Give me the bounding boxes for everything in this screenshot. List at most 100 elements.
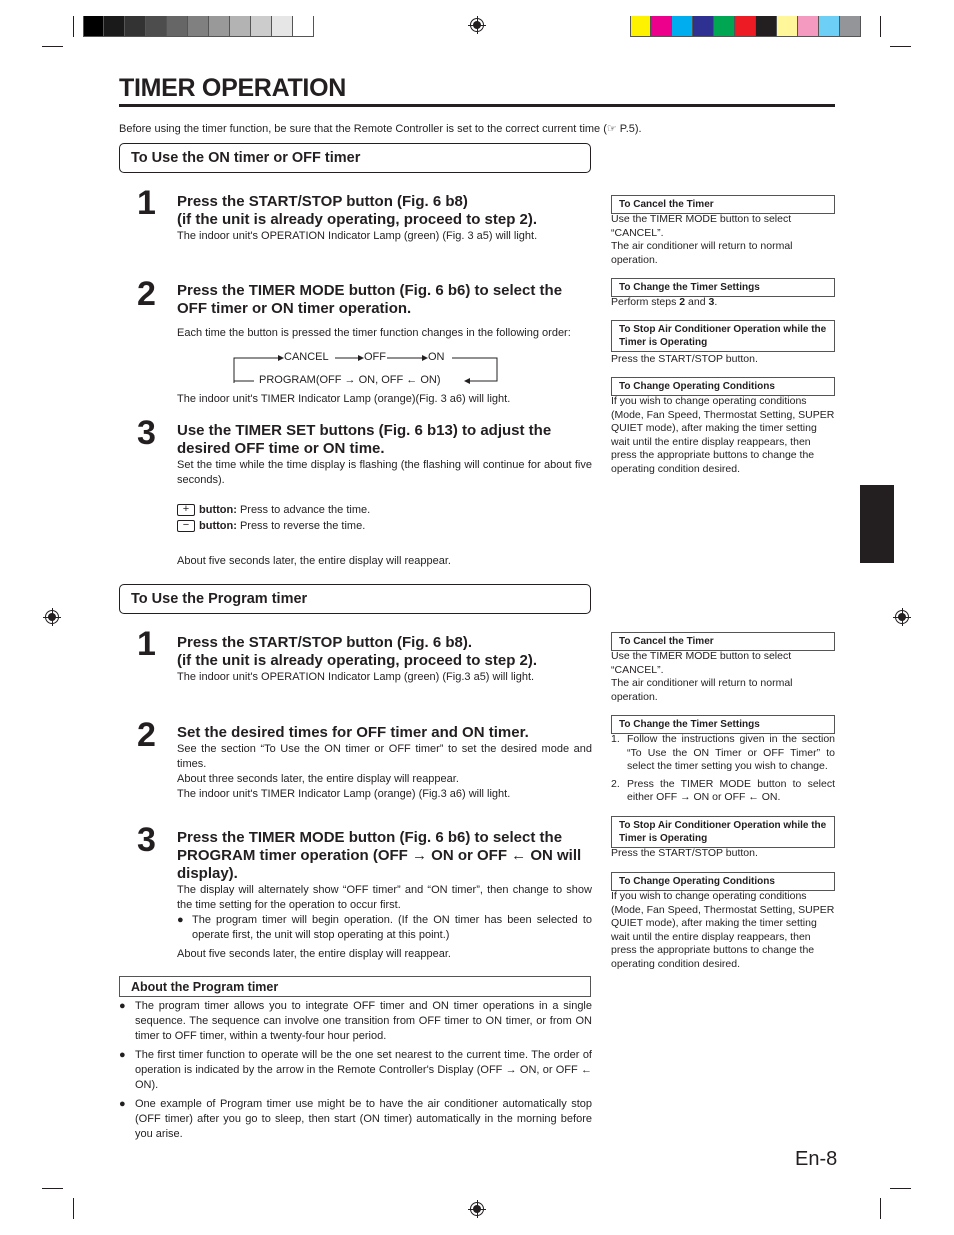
step-body: See the section “To Use the ON timer or … [177, 743, 592, 770]
step-2-note: The indoor unit's TIMER Indicator Lamp (… [177, 393, 511, 405]
flow-on: ON [428, 351, 445, 363]
plus-key-icon: + [177, 504, 195, 517]
sidebar-heading: To Stop Air Conditioner Operation while … [611, 320, 835, 352]
step-heading: Press the START/STOP button (Fig. 6 b8).… [177, 634, 538, 669]
color-swatch [777, 16, 798, 36]
step-3: Use the TIMER SET buttons (Fig. 6 b13) t… [177, 422, 592, 569]
grayscale-color-bar [83, 16, 314, 37]
sidebar-text: Perform steps 2 and 3. [611, 296, 718, 308]
minus-key-icon: − [177, 520, 195, 533]
list-item: The first timer function to operate will… [119, 1048, 592, 1093]
gray-swatch [125, 16, 146, 36]
about-program-timer-heading: About the Program timer [119, 976, 591, 997]
step-body: Set the time while the time display is f… [177, 459, 592, 486]
step-3: Press the TIMER MODE button (Fig. 6 b6) … [177, 829, 592, 962]
step-body: The indoor unit's TIMER Indicator Lamp (… [177, 788, 511, 800]
color-swatch [798, 16, 819, 36]
about-bullets: The program timer allows you to integrat… [119, 999, 592, 1146]
section-heading-label: To Use the Program timer [131, 591, 308, 607]
step-body: The indoor unit's OPERATION Indicator La… [177, 230, 538, 242]
color-swatch [651, 16, 672, 36]
crop-mark-tr-v [880, 16, 881, 37]
step-number: 2 [137, 716, 156, 754]
section-heading-program-timer: To Use the Program timer [119, 584, 591, 614]
chapter-tab [860, 485, 894, 563]
step-body: The indoor unit's OPERATION Indicator La… [177, 671, 535, 683]
crop-mark-bl-v [73, 1198, 74, 1219]
step-heading: Press the START/STOP button (Fig. 6 b8)(… [177, 193, 538, 228]
section-heading-label: To Use the ON timer or OFF timer [131, 150, 361, 166]
gray-swatch [293, 16, 314, 36]
gray-swatch [251, 16, 272, 36]
intro-text: Before using the timer function, be sure… [119, 123, 642, 135]
color-swatch [714, 16, 735, 36]
step-bullet: The program timer will begin operation. … [177, 913, 592, 943]
gray-swatch [188, 16, 209, 36]
crop-mark-tr-h [890, 46, 911, 47]
list-item: One example of Program timer use might b… [119, 1097, 592, 1142]
step-2: Press the TIMER MODE button (Fig. 6 b6) … [177, 282, 592, 341]
step-number: 3 [137, 821, 156, 859]
list-item: The program timer allows you to integrat… [119, 999, 592, 1044]
step-number: 2 [137, 275, 156, 313]
color-swatch [756, 16, 777, 36]
step-heading: Set the desired times for OFF timer and … [177, 724, 529, 741]
page-title: TIMER OPERATION [119, 74, 346, 102]
step-number: 3 [137, 414, 156, 452]
gray-swatch [272, 16, 293, 36]
color-swatch [840, 16, 861, 36]
list-item: 1. Follow the instructions given in the s… [611, 733, 835, 772]
title-rule [119, 104, 835, 107]
step-heading: Use the TIMER SET buttons (Fig. 6 b13) t… [177, 422, 552, 457]
sidebar-text: If you wish to change operating conditio… [611, 395, 835, 475]
crop-mark-bl-h [42, 1188, 63, 1189]
color-swatch [693, 16, 714, 36]
step-body: About five seconds later, the entire dis… [177, 948, 451, 960]
flow-cancel: CANCEL [284, 351, 329, 363]
gray-swatch [209, 16, 230, 36]
timer-mode-cycle-diagram: CANCEL OFF ON PROGRAM(OFF → ON, OFF ← ON… [232, 350, 500, 386]
step-body: The display will alternately show “OFF t… [177, 884, 592, 911]
page-number: En-8 [795, 1148, 838, 1170]
crop-mark-tl-h [42, 46, 63, 47]
sidebar-heading: To Change Operating Conditions [611, 377, 835, 396]
step-number: 1 [137, 625, 156, 663]
crop-mark-br-v [880, 1198, 881, 1219]
registration-mark-left-icon [43, 608, 61, 626]
flow-off: OFF [364, 351, 386, 363]
step-1: Press the START/STOP button (Fig. 6 b8)(… [177, 193, 592, 244]
gray-swatch [230, 16, 251, 36]
sidebar-heading: To Change Operating Conditions [611, 872, 835, 891]
gray-swatch [146, 16, 167, 36]
process-color-bar [630, 16, 861, 37]
crop-mark-tl-v [73, 16, 74, 37]
flow-program: PROGRAM(OFF → ON, OFF ← ON) [259, 374, 441, 386]
section-heading-on-off-timer: To Use the ON timer or OFF timer [119, 143, 591, 173]
step-heading: Press the TIMER MODE button (Fig. 6 b6) … [177, 829, 582, 882]
sidebar-heading: To Cancel the Timer [611, 195, 835, 214]
sidebar-text: Press the START/STOP button. [611, 353, 758, 365]
color-swatch [819, 16, 840, 36]
sidebar-heading: To Change the Timer Settings [611, 278, 835, 297]
step-body: About three seconds later, the entire di… [177, 773, 459, 785]
minus-button-instruction: − button: Press to reverse the time. [177, 518, 592, 534]
gray-swatch [167, 16, 188, 36]
step-number: 1 [137, 184, 156, 222]
sidebar-text: Use the TIMER MODE button to select “CAN… [611, 650, 793, 703]
registration-mark-bottom-icon [468, 1200, 486, 1218]
sidebar-text: If you wish to change operating conditio… [611, 890, 835, 970]
step-2: Set the desired times for OFF timer and … [177, 724, 592, 802]
gray-swatch [104, 16, 125, 36]
registration-mark-right-icon [893, 608, 911, 626]
color-swatch [630, 16, 651, 36]
crop-mark-br-h [890, 1188, 911, 1189]
sidebar-list: 1. Follow the instructions given in the s… [611, 733, 835, 809]
sidebar-text: Press the START/STOP button. [611, 847, 758, 859]
sidebar-heading: To Stop Air Conditioner Operation while … [611, 816, 835, 848]
step-body: About five seconds later, the entire dis… [177, 555, 451, 567]
list-item: 2. Press the TIMER MODE button to select … [611, 777, 835, 804]
step-1: Press the START/STOP button (Fig. 6 b8).… [177, 634, 592, 685]
color-swatch [672, 16, 693, 36]
sidebar-text: Use the TIMER MODE button to select “CAN… [611, 213, 793, 266]
step-body: Each time the button is pressed the time… [177, 327, 571, 339]
